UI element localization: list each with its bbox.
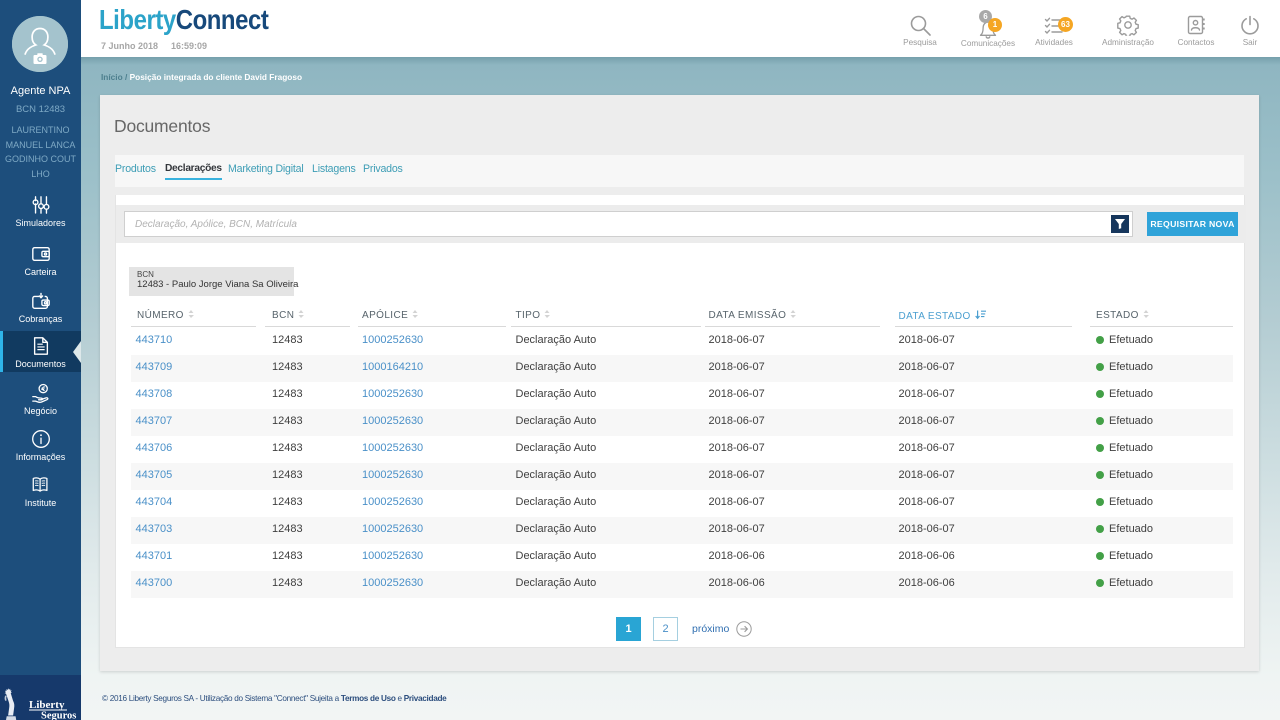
svg-text:Liberty: Liberty — [29, 699, 65, 711]
svg-text:Seguros: Seguros — [41, 711, 76, 720]
